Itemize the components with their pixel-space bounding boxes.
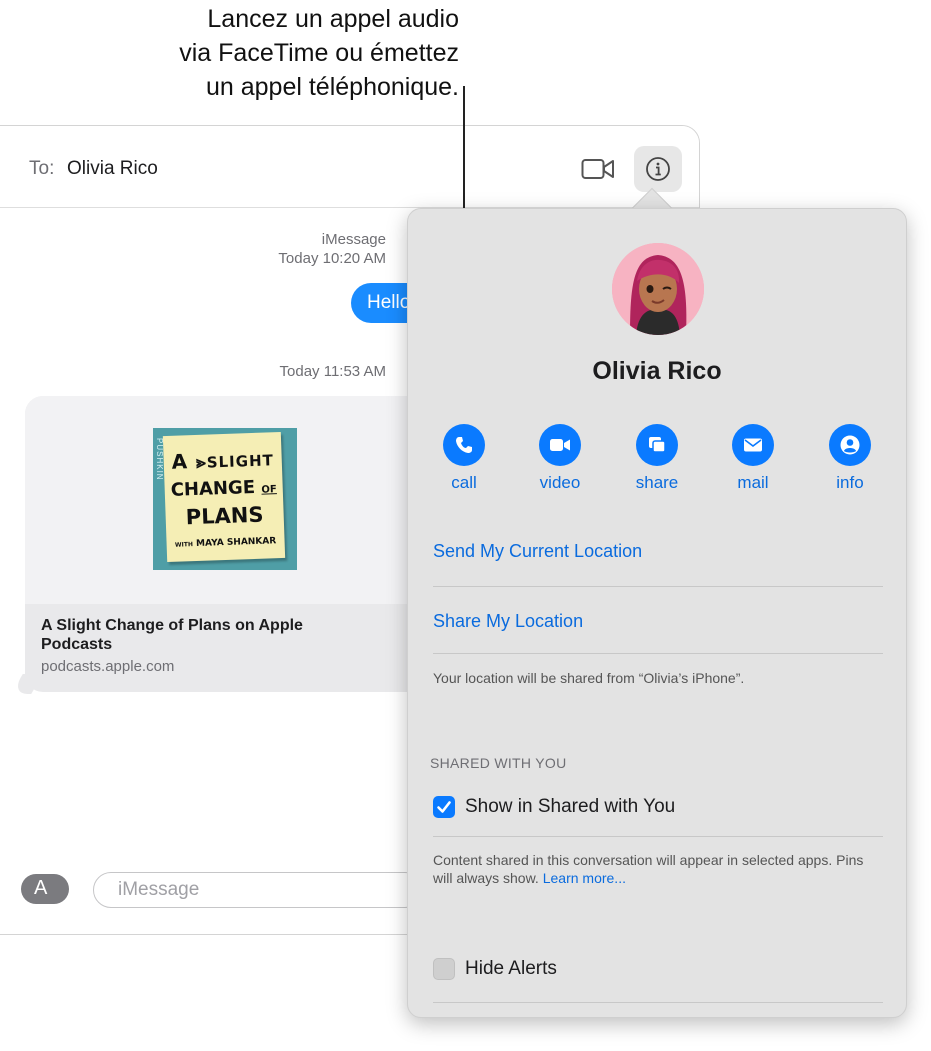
shared-note-text: Content shared in this conversation will… (433, 852, 864, 886)
recipient-name[interactable]: Olivia Rico (67, 158, 158, 180)
call-button[interactable]: call (424, 424, 504, 493)
location-note: Your location will be shared from “Olivi… (433, 670, 745, 686)
info-button[interactable] (634, 146, 682, 192)
conversation-header: To: Olivia Rico (0, 126, 699, 208)
art-text-of: OF (261, 484, 277, 496)
mail-button[interactable]: mail (713, 424, 793, 493)
art-text-change: CHANGE (170, 476, 256, 501)
callout-line-1: Lancez un appel audio (207, 5, 459, 33)
callout-line-2: via FaceTime ou émettez (179, 39, 459, 67)
message-meta: iMessage Today 10:20 AM (221, 230, 386, 268)
to-label: To: (29, 158, 55, 179)
show-in-shared-with-you-checkbox[interactable] (433, 796, 455, 818)
art-text-with: WITH (174, 541, 194, 549)
video-label: video (539, 473, 581, 492)
send-current-location-link[interactable]: Send My Current Location (433, 541, 642, 562)
hide-alerts-checkbox[interactable] (433, 958, 455, 980)
podcast-artwork: PUSHKIN A ⪢SLIGHT CHANGE OF PLANS WITH M… (153, 428, 297, 570)
divider (433, 836, 883, 837)
message-input-container[interactable] (93, 872, 423, 908)
video-icon (539, 424, 581, 466)
mail-label: mail (737, 473, 769, 492)
share-label: share (635, 473, 679, 492)
link-preview-title: A Slight Change of Plans on Apple Podcas… (41, 617, 303, 653)
link-preview-image-area: PUSHKIN A ⪢SLIGHT CHANGE OF PLANS WITH M… (25, 396, 445, 604)
apps-button[interactable]: A (21, 874, 69, 904)
mail-icon (732, 424, 774, 466)
art-text-plans: PLANS (185, 502, 264, 530)
video-camera-icon[interactable] (581, 157, 615, 181)
avatar (612, 243, 704, 335)
learn-more-link[interactable]: Learn more... (543, 870, 626, 886)
link-preview-card[interactable]: PUSHKIN A ⪢SLIGHT CHANGE OF PLANS WITH M… (25, 396, 445, 692)
divider (433, 1002, 883, 1003)
callout-line-3: un appel téléphonique. (205, 73, 459, 101)
show-in-shared-with-you-label: Show in Shared with You (465, 796, 676, 817)
contact-name: Olivia Rico (592, 357, 722, 385)
memoji-avatar-icon (612, 243, 704, 335)
call-label: call (451, 473, 477, 492)
divider (433, 653, 883, 654)
info-label: info (836, 473, 864, 492)
link-preview-url: podcasts.apple.com (41, 658, 175, 675)
video-button[interactable]: video (520, 424, 600, 493)
art-text-a: A (171, 449, 189, 474)
share-my-location-link[interactable]: Share My Location (433, 611, 583, 632)
contact-actions: call video share mail info (408, 424, 906, 494)
timestamp: Today 10:20 AM (278, 250, 386, 267)
divider (433, 586, 883, 587)
details-popover: Olivia Rico call video share mail info S… (407, 208, 907, 1018)
hide-alerts-label: Hide Alerts (465, 958, 557, 979)
shared-with-you-heading: SHARED WITH YOU (430, 755, 567, 771)
timestamp: Today 11:53 AM (279, 363, 386, 380)
art-text-slight: SLIGHT (206, 451, 275, 472)
share-button[interactable]: share (617, 424, 697, 493)
screen-share-icon (636, 424, 678, 466)
art-text-author: MAYA SHANKAR (195, 536, 277, 550)
info-contact-button[interactable]: info (810, 424, 890, 493)
person-icon (829, 424, 871, 466)
sticky-note: A ⪢SLIGHT CHANGE OF PLANS WITH MAYA SHAN… (162, 431, 286, 563)
app-store-icon: A (34, 877, 48, 899)
shared-note: Content shared in this conversation will… (433, 851, 883, 887)
service-label: iMessage (321, 231, 386, 248)
callout-text: Lancez un appel audio via FaceTime ou ém… (39, 2, 459, 104)
checkmark-icon (437, 801, 451, 813)
info-icon (646, 157, 670, 181)
phone-icon (443, 424, 485, 466)
message-input[interactable] (118, 879, 408, 901)
